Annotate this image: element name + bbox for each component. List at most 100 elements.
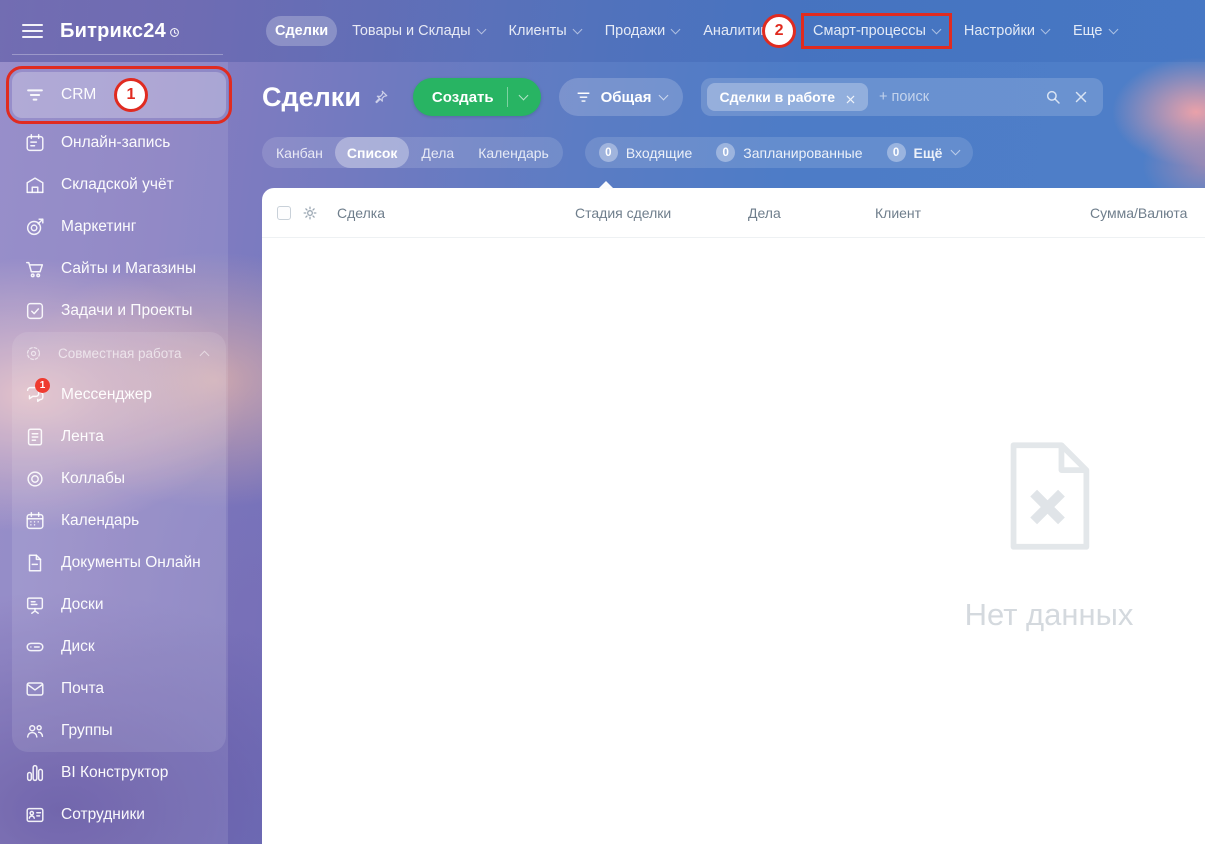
sidebar-item-docs-online[interactable]: Документы Онлайн — [12, 542, 226, 584]
chevron-down-icon — [951, 145, 961, 156]
search-icon[interactable] — [1044, 88, 1062, 106]
counter-badge: 0 — [598, 143, 618, 162]
sidebar-item-label: Лента — [61, 428, 104, 445]
warehouse-icon — [24, 174, 46, 196]
sidebar-item-label: Онлайн-запись — [61, 134, 171, 151]
gear-icon[interactable] — [301, 204, 319, 222]
tab-kanban[interactable]: Канбан — [264, 137, 335, 168]
column-header-3[interactable]: Клиент — [875, 205, 921, 221]
pin-icon[interactable] — [372, 89, 389, 106]
view-tabs-row: Канбан Список Дела Календарь 0 Входящие 0 Запл… — [262, 137, 974, 168]
counter-label: Ещё — [913, 144, 943, 161]
nav-item-label: Настройки — [963, 23, 1035, 39]
column-header-4[interactable]: Сумма/Валюта — [1090, 205, 1187, 221]
sidebar-item-label: Сайты и Магазины — [61, 260, 197, 277]
sidebar-item-collabs[interactable]: Коллабы — [12, 458, 226, 500]
task-check-icon — [24, 300, 46, 322]
funnel-selector[interactable]: Общая — [558, 78, 684, 116]
crm-funnel-icon — [24, 84, 46, 106]
nav-item-settings[interactable]: Настройки — [955, 16, 1058, 46]
sidebar-item-tasks-projects[interactable]: Задачи и Проекты — [0, 290, 228, 332]
sidebar-header-divider — [12, 54, 223, 55]
sidebar-item-calendar[interactable]: Календарь — [12, 500, 226, 542]
sidebar-item-drive[interactable]: Диск — [12, 626, 226, 668]
nav-item-clients[interactable]: Клиенты — [500, 16, 590, 46]
chevron-down-icon — [572, 24, 583, 34]
annotation-step-1-badge: 1 — [114, 78, 148, 112]
no-data-document-icon — [1010, 442, 1090, 550]
chevron-up-icon — [199, 350, 210, 360]
sidebar-item-crm[interactable]: CRM 1 — [6, 66, 232, 124]
board-icon — [24, 594, 46, 616]
chevron-down-icon — [670, 24, 681, 34]
filter-chip[interactable]: Сделки в работе — [707, 83, 868, 111]
column-header-0[interactable]: Сделка — [337, 205, 385, 221]
filter-chip-label: Сделки в работе — [719, 89, 835, 105]
nav-item-more[interactable]: Еще — [1064, 16, 1126, 46]
chevron-down-icon — [518, 90, 529, 100]
collaboration-group: Совместная работа 1 Мессенджер Лента Кол… — [12, 332, 226, 752]
messenger-icon: 1 — [24, 378, 50, 406]
column-header-2[interactable]: Дела — [748, 205, 781, 221]
groups-icon — [24, 720, 46, 742]
sidebar-item-employees[interactable]: Сотрудники — [0, 794, 228, 836]
chip-remove-icon[interactable] — [845, 92, 856, 103]
app-logo[interactable]: Битрикс24 — [60, 20, 180, 43]
nav-item-products-warehouses[interactable]: Товары и Склады — [343, 16, 493, 46]
sidebar-item-inventory[interactable]: Складской учёт — [0, 164, 228, 206]
sidebar-item-feed[interactable]: Лента — [12, 416, 226, 458]
calendar-booking-icon — [24, 132, 46, 154]
sidebar: CRM 1 Онлайн-запись Складской учёт Марке… — [0, 62, 232, 844]
nav-item-label: Еще — [1072, 23, 1103, 39]
marketing-icon — [24, 216, 46, 238]
sidebar-item-mail[interactable]: Почта — [12, 668, 226, 710]
chevron-down-icon — [931, 24, 942, 34]
search-filter-input[interactable]: Сделки в работе + поиск — [701, 78, 1104, 116]
sidebar-item-label: Совместная работа — [58, 345, 182, 361]
bi-chart-icon — [24, 762, 46, 784]
top-bar: Битрикс24 Сделки Товары и Склады Клиенты Пр… — [0, 0, 1205, 62]
brand-area: Битрикс24 — [0, 0, 262, 62]
sidebar-item-messenger[interactable]: 1 Мессенджер — [12, 374, 226, 416]
counter-planned[interactable]: 0 Запланированные — [704, 137, 874, 168]
document-icon — [24, 552, 46, 574]
sidebar-item-boards[interactable]: Доски — [12, 584, 226, 626]
nav-item-label: Продажи — [604, 23, 666, 39]
clear-search-icon[interactable] — [1072, 88, 1090, 106]
funnel-selector-label: Общая — [600, 88, 652, 106]
sidebar-item-label: Доски — [61, 596, 104, 613]
sidebar-item-marketing[interactable]: Маркетинг — [0, 206, 228, 248]
chevron-down-icon — [659, 90, 669, 100]
bitrix24-app: Битрикс24 Сделки Товары и Склады Клиенты Пр… — [0, 0, 1205, 844]
nav-item-sales[interactable]: Продажи — [596, 16, 689, 46]
tab-list[interactable]: Список — [334, 137, 410, 168]
sidebar-item-sites-stores[interactable]: Сайты и Магазины — [0, 248, 228, 290]
counter-label: Входящие — [625, 144, 693, 161]
activity-counters: 0 Входящие 0 Запланированные 0 Ещё — [584, 137, 974, 168]
nav-item-label: Смарт-процессы — [813, 23, 926, 39]
sidebar-item-bi-builder[interactable]: BI Конструктор — [0, 752, 228, 794]
counter-incoming[interactable]: 0 Входящие — [587, 137, 704, 168]
tab-calendar[interactable]: Календарь — [466, 137, 561, 168]
menu-toggle-icon[interactable] — [22, 23, 43, 39]
counter-more[interactable]: 0 Ещё — [875, 137, 972, 168]
nav-item-smart-processes[interactable]: Смарт-процессы 2 — [762, 13, 952, 49]
funnel-icon — [575, 89, 592, 106]
deals-table-panel: Сделка Стадия сделки Дела Клиент Сумма/Валют… — [262, 181, 1205, 844]
create-dropdown-toggle[interactable] — [508, 90, 541, 100]
collabs-icon — [24, 468, 46, 490]
select-all-checkbox[interactable] — [277, 206, 291, 220]
sidebar-item-collaboration[interactable]: Совместная работа — [12, 332, 226, 374]
sidebar-item-label: Мессенджер — [61, 386, 153, 403]
sidebar-item-label: Почта — [61, 680, 105, 697]
sidebar-item-label: Диск — [61, 638, 95, 655]
empty-state-text: Нет данных — [964, 597, 1134, 632]
sidebar-item-label: CRM — [61, 86, 97, 103]
sidebar-item-online-booking[interactable]: Онлайн-запись — [0, 122, 228, 164]
column-header-1[interactable]: Стадия сделки — [575, 205, 671, 221]
sidebar-item-groups[interactable]: Группы — [12, 710, 226, 752]
tab-activities[interactable]: Дела — [409, 137, 466, 168]
sidebar-item-label: Группы — [61, 722, 113, 739]
nav-item-deals[interactable]: Сделки — [266, 16, 338, 46]
create-button[interactable]: Создать — [412, 78, 541, 116]
